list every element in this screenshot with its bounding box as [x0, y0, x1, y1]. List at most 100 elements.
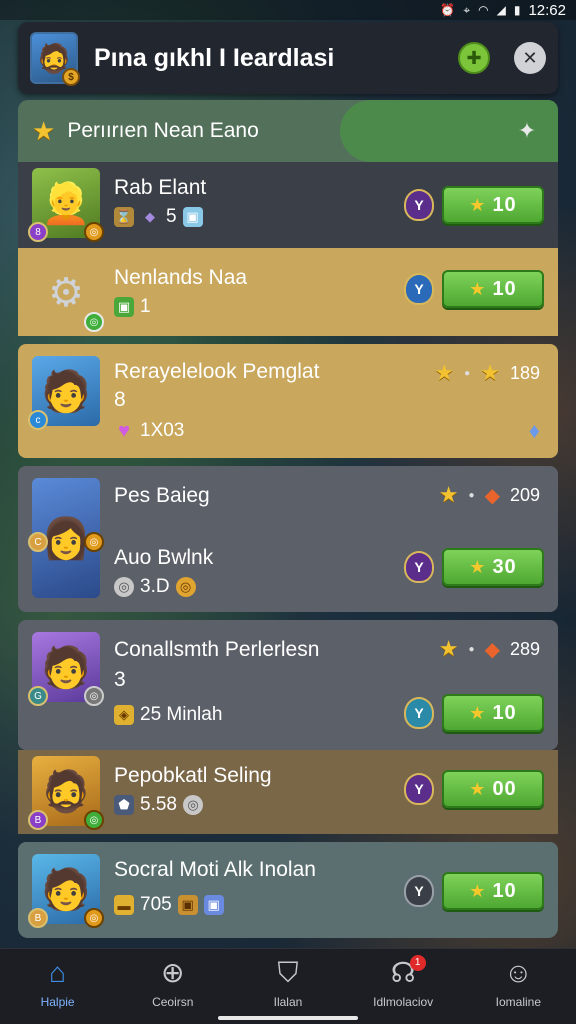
row-actions: Y ★ 10	[404, 270, 544, 308]
nav-item-chat[interactable]: ☊ 1 Idlmolaciov	[353, 955, 453, 1009]
star-icon: ★	[480, 360, 500, 385]
hero-face-icon: 🧔	[41, 769, 91, 814]
separator-dot: ●	[468, 643, 475, 655]
nav-label: Ilalan	[273, 995, 303, 1009]
list-item[interactable]: 🧑 c Rerayelelook Pemglat 8 ♥ 1X03 ★ ● ★ …	[18, 344, 558, 458]
row-stat-line: ★ ● ◆ 209	[439, 482, 540, 508]
star-icon: ★	[469, 880, 487, 901]
hourglass-icon: ⌛	[114, 207, 134, 227]
silver-coin-icon: ◎	[182, 795, 203, 815]
add-button[interactable]: ✚	[458, 42, 490, 74]
star-icon: ★	[32, 115, 56, 146]
row-line2: 3	[114, 668, 126, 691]
row-actions: Y ★ 10	[404, 872, 544, 910]
hero-portrait: 👩 C ◎	[28, 478, 104, 598]
rank-badge-icon: ◎	[84, 810, 104, 830]
hero-portrait: 🧔 B ◎	[28, 756, 104, 830]
gold-bar-icon: ▬	[114, 895, 134, 915]
separator-dot: ●	[468, 489, 475, 501]
rank-badge-icon: ◎	[84, 532, 104, 552]
nav-item-compass[interactable]: ⊕ Ceoirsn	[123, 957, 223, 1009]
reward-button[interactable]: ★ 10	[442, 270, 544, 308]
cube-icon: ▣	[203, 895, 224, 915]
home-indicator[interactable]	[218, 1016, 358, 1020]
leaderboard-list: ★ Perıırıen Nean Eano ✦ 👱 8 ◎ Rab Elant …	[18, 100, 558, 938]
section-title: Perıırıen Nean Eano	[67, 119, 259, 142]
row-value: 25 Minlah	[140, 704, 223, 725]
chat-icon: ☊ 1	[391, 955, 426, 989]
list-item[interactable]: ⚙ ◎ Nenlands Naa ▣ 1 Y ★ 10	[18, 248, 558, 336]
list-item[interactable]: 👩 C ◎ Pes Baieg Auo Bwlnk ◎ 3.D ◎ ★ ● ◆ …	[18, 466, 558, 612]
rank-badge-icon: ◎	[84, 908, 104, 928]
stat-value: 209	[509, 484, 540, 505]
row-actions: Y ★ 30	[404, 548, 544, 586]
stat-value: 289	[509, 638, 540, 659]
star-icon: ★	[438, 482, 459, 507]
battery-icon: ▮	[513, 3, 521, 17]
star-icon: ★	[438, 636, 459, 661]
list-item[interactable]: 🧔 B ◎ Pepobkatl Seling ⬟ 5.58 ◎ Y ★ 00	[18, 750, 558, 834]
nav-label: Ceoirsn	[152, 995, 194, 1009]
gem-icon: ◆	[484, 638, 500, 661]
reward-button[interactable]: ★ 10	[442, 694, 544, 732]
list-item[interactable]: 👱 8 ◎ Rab Elant ⌛ ◆ 5 ▣ Y ★ 10	[18, 162, 558, 248]
hero-portrait: 👱 8 ◎	[28, 168, 104, 242]
level-badge-icon: G	[28, 686, 48, 706]
list-item[interactable]: 🧑 B ◎ Socral Moti Alk Inolan ▬ 705 ▣ ▣ Y…	[18, 842, 558, 938]
nav-label: Halpie	[40, 995, 75, 1009]
shield-mini-icon: ⬟	[114, 795, 134, 815]
row-stats: ♥ 1X03	[114, 420, 544, 442]
row-value: 3.D	[140, 576, 170, 597]
status-time: 12:62	[528, 1, 566, 19]
reward-value: 30	[492, 555, 517, 578]
player-avatar[interactable]: 🧔 $	[30, 32, 80, 86]
favorite-star-icon[interactable]: ✦	[514, 118, 540, 144]
reward-button[interactable]: ★ 00	[442, 770, 544, 808]
rank-badge-icon: ◎	[84, 312, 104, 332]
reward-button[interactable]: ★ 10	[442, 186, 544, 224]
hero-face-icon: 🧑	[41, 645, 91, 690]
hero-face-icon: 🧑	[41, 369, 91, 414]
reward-button[interactable]: ★ 10	[442, 872, 544, 910]
star-icon: ★	[469, 702, 487, 723]
close-button[interactable]: ✕	[514, 42, 546, 74]
cube-icon: ▣	[114, 297, 134, 317]
separator-dot: ●	[464, 367, 471, 379]
reward-value: 10	[492, 193, 517, 216]
compass-icon: ⊕	[161, 957, 185, 988]
home-icon: ⌂	[49, 957, 67, 988]
rank-shield-icon: Y	[404, 273, 434, 305]
wifi-icon: ◠	[478, 3, 489, 17]
row-stat-line: ★ ● ◆ 289	[439, 636, 540, 662]
nav-item-home[interactable]: ⌂ Halpie	[8, 957, 108, 1009]
gear-emblem-icon: ⚙	[48, 271, 84, 315]
reward-value: 10	[492, 701, 517, 724]
page-title: Pına gıkhl I Ieardlasi	[94, 43, 335, 72]
rank-shield-icon: Y	[404, 551, 434, 583]
heart-gem-icon: ♥	[118, 419, 130, 442]
level-badge-icon: 8	[28, 222, 48, 242]
row-line2: 8	[114, 388, 126, 411]
reward-value: 10	[492, 879, 517, 902]
hero-face-icon: 👩	[41, 516, 91, 561]
chest-icon: ▣	[177, 895, 198, 915]
row-stat-line: ★ ● ★ 189	[434, 360, 540, 386]
signal-icon: ◢	[496, 3, 506, 17]
location-icon: ⌖	[463, 2, 471, 17]
nav-item-cup[interactable]: ⛉ Ilalan	[238, 957, 338, 1009]
list-item[interactable]: 🧑 G ◎ Conallsmth Perlerlesn 3 ◈ 25 Minla…	[18, 620, 558, 750]
cube-icon: ▣	[182, 207, 203, 227]
header-bar: 🧔 $ Pına gıkhl I Ieardlasi ✚ ✕	[18, 22, 558, 94]
rank-badge-icon: ◎	[84, 686, 104, 706]
close-icon: ✕	[522, 47, 538, 68]
row-value: 5	[166, 206, 177, 227]
hero-portrait: 🧑 B ◎	[28, 854, 104, 928]
nav-item-profile[interactable]: ☺ Iomaline	[468, 957, 568, 1009]
hero-face-icon: 👱	[41, 181, 91, 226]
stat-value: 189	[509, 362, 540, 383]
star-icon: ★	[434, 360, 455, 385]
row-value: 1X03	[140, 420, 185, 441]
status-bar: ⏰ ⌖ ◠ ◢ ▮ 12:62	[0, 0, 576, 20]
reward-button[interactable]: ★ 30	[442, 548, 544, 586]
rank-shield-icon: Y	[404, 773, 434, 805]
